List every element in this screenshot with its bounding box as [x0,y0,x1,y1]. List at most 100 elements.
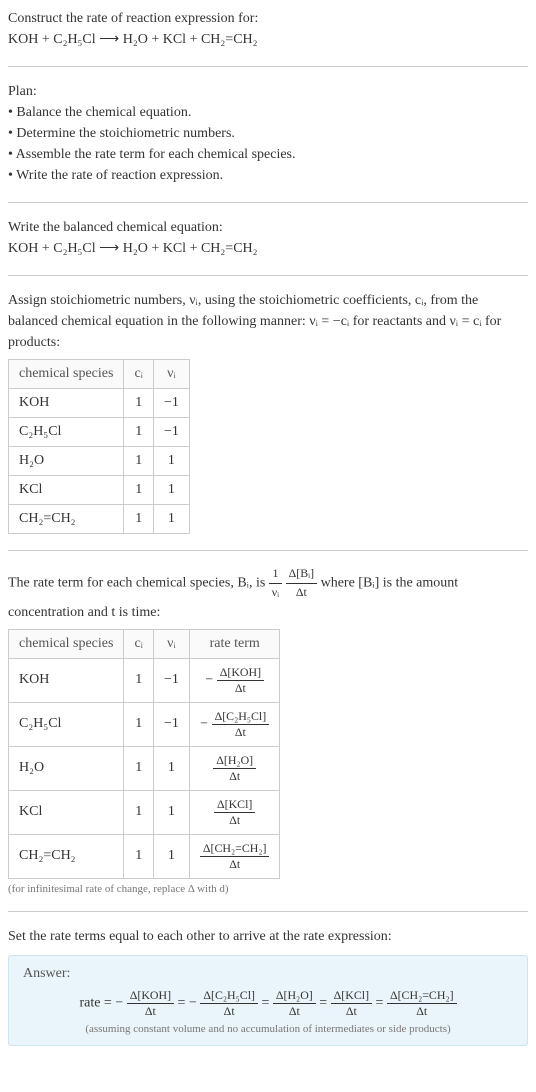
stoich-table: chemical species cᵢ νᵢ KOH 1 −1 C₂H₅Cl 1… [8,359,190,534]
cell-vi: −1 [153,418,189,447]
rate-frac: Δ[C₂H₅Cl] Δt [212,709,270,740]
frac-den: Δt [200,1004,258,1019]
cell-rateterm: Δ[H₂O] Δt [189,746,280,790]
frac-num: Δ[KCl] [331,988,372,1004]
cell-vi: 1 [153,746,189,790]
answer-join: = [319,995,330,1010]
cell-species: C₂H₅Cl [9,418,124,447]
plan-item: • Assemble the rate term for each chemic… [8,144,528,165]
plan-item: • Balance the chemical equation. [8,102,528,123]
cell-species: KCl [9,790,124,834]
table-row: KCl 1 1 [9,476,190,505]
cell-species: CH₂=CH₂ [9,834,124,878]
rateterm-section: The rate term for each chemical species,… [8,565,528,895]
frac-num: Δ[KOH] [217,665,264,681]
stoich-section: Assign stoichiometric numbers, νᵢ, using… [8,290,528,534]
stoich-intro: Assign stoichiometric numbers, νᵢ, using… [8,290,528,353]
cell-species: KOH [9,389,124,418]
divider [8,66,528,67]
frac-den: Δt [286,584,317,602]
divider [8,550,528,551]
cell-species: C₂H₅Cl [9,702,124,746]
frac-num: Δ[KOH] [127,988,174,1004]
cell-rateterm: Δ[KCl] Δt [189,790,280,834]
frac-dBi-dt: Δ[Bᵢ] Δt [286,565,317,602]
answer-join: = [261,995,272,1010]
cell-rateterm: Δ[CH₂=CH₂] Δt [189,834,280,878]
cell-vi: −1 [153,389,189,418]
cell-species: KOH [9,658,124,702]
prompt-equation: KOH + C₂H₅Cl ⟶ H₂O + KCl + CH₂=CH₂ [8,29,528,50]
rate-frac: Δ[KCl] Δt [214,797,255,828]
rate-frac: Δ[KOH] Δt [217,665,264,696]
rate-frac: Δ[H₂O] Δt [213,753,256,784]
table-row: H₂O 1 1 [9,447,190,476]
plan-heading: Plan: [8,81,528,102]
answer-join: = [376,995,387,1010]
answer-join: = − [178,995,197,1010]
answer-term: Δ[CH₂=CH₂] Δt [387,988,457,1019]
frac-den: Δt [127,1004,174,1019]
col-ci: cᵢ [124,629,154,658]
answer-term: Δ[KOH] Δt [127,988,174,1019]
balanced-section: Write the balanced chemical equation: KO… [8,217,528,259]
sign: − [205,672,213,687]
cell-rateterm: − Δ[C₂H₅Cl] Δt [189,702,280,746]
frac-num: Δ[H₂O] [213,753,256,769]
prompt-section: Construct the rate of reaction expressio… [8,8,528,50]
answer-term: Δ[H₂O] Δt [273,988,316,1019]
cell-species: KCl [9,476,124,505]
cell-ci: 1 [124,790,154,834]
cell-rateterm: − Δ[KOH] Δt [189,658,280,702]
divider [8,202,528,203]
frac-1-over-vi: 1 νᵢ [269,565,282,602]
rateterm-intro: The rate term for each chemical species,… [8,565,528,623]
cell-ci: 1 [124,447,154,476]
table-row: C₂H₅Cl 1 −1 [9,418,190,447]
rate-frac: Δ[CH₂=CH₂] Δt [200,841,270,872]
table-header-row: chemical species cᵢ νᵢ rate term [9,629,280,658]
balanced-intro: Write the balanced chemical equation: [8,217,528,238]
cell-vi: 1 [153,790,189,834]
table-header-row: chemical species cᵢ νᵢ [9,360,190,389]
col-ci: cᵢ [124,360,154,389]
prompt-heading: Construct the rate of reaction expressio… [8,8,528,29]
frac-num: Δ[KCl] [214,797,255,813]
frac-den: Δt [213,769,256,784]
cell-vi: −1 [153,658,189,702]
cell-ci: 1 [124,505,154,534]
infinitesimal-note: (for infinitesimal rate of change, repla… [8,883,528,895]
col-species: chemical species [9,629,124,658]
cell-ci: 1 [124,746,154,790]
cell-ci: 1 [124,418,154,447]
cell-vi: 1 [153,476,189,505]
frac-num: Δ[Bᵢ] [286,565,317,584]
table-row: C₂H₅Cl 1 −1 − Δ[C₂H₅Cl] Δt [9,702,280,746]
cell-species: CH₂=CH₂ [9,505,124,534]
rateterm-intro-a: The rate term for each chemical species,… [8,576,269,591]
cell-vi: 1 [153,447,189,476]
frac-num: Δ[H₂O] [273,988,316,1004]
answer-expression: rate = − Δ[KOH] Δt = − Δ[C₂H₅Cl] Δt = Δ[… [23,988,513,1019]
cell-ci: 1 [124,389,154,418]
frac-den: Δt [331,1004,372,1019]
frac-den: Δt [214,813,255,828]
col-rateterm: rate term [189,629,280,658]
frac-den: Δt [200,857,270,872]
frac-num: Δ[C₂H₅Cl] [212,709,270,725]
answer-label: Answer: [23,966,513,982]
frac-den: Δt [387,1004,457,1019]
cell-ci: 1 [124,834,154,878]
col-vi: νᵢ [153,360,189,389]
table-row: KOH 1 −1 − Δ[KOH] Δt [9,658,280,702]
answer-prefix: rate = − [79,995,123,1010]
answer-box: Answer: rate = − Δ[KOH] Δt = − Δ[C₂H₅Cl]… [8,955,528,1046]
table-row: CH₂=CH₂ 1 1 Δ[CH₂=CH₂] Δt [9,834,280,878]
frac-num: Δ[CH₂=CH₂] [200,841,270,857]
balanced-equation: KOH + C₂H₅Cl ⟶ H₂O + KCl + CH₂=CH₂ [8,238,528,259]
cell-ci: 1 [124,476,154,505]
divider [8,275,528,276]
frac-num: 1 [269,565,282,584]
divider [8,911,528,912]
frac-den: Δt [212,725,270,740]
